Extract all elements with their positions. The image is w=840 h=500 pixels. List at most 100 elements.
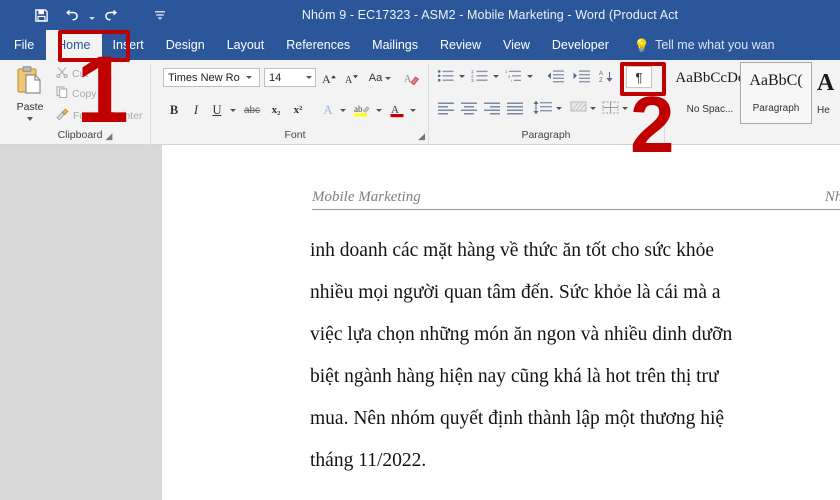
font-name-dropdown-icon[interactable] (243, 76, 256, 79)
font-size-dropdown-icon[interactable] (302, 76, 315, 79)
svg-text:Z: Z (599, 78, 603, 84)
pilcrow-icon: ¶ (635, 69, 643, 85)
tell-me-label: Tell me what you wan (655, 38, 775, 52)
underline-label: U (212, 102, 222, 117)
svg-text:A: A (404, 74, 412, 85)
tab-references[interactable]: References (275, 30, 361, 60)
copy-button[interactable]: Copy (56, 86, 97, 101)
align-left-button[interactable] (436, 98, 456, 118)
text-effects-dropdown-icon[interactable] (338, 100, 348, 120)
title-bar: Nhóm 9 - EC17323 - ASM2 - Mobile Marketi… (0, 0, 840, 30)
align-right-button[interactable] (482, 98, 502, 118)
bold-button[interactable]: B (166, 100, 182, 120)
tab-developer[interactable]: Developer (541, 30, 620, 60)
font-color-button[interactable]: A (388, 100, 406, 120)
multilevel-list-button[interactable]: 1ai (504, 66, 524, 86)
font-size-input[interactable]: 14 (264, 68, 316, 87)
tab-design[interactable]: Design (155, 30, 216, 60)
window-title: Nhóm 9 - EC17323 - ASM2 - Mobile Marketi… (301, 8, 679, 22)
text-highlight-color-button[interactable]: ab (352, 100, 372, 120)
underline-button[interactable]: U (209, 100, 225, 120)
document-line: inh doanh các mặt hàng về thức ăn tốt ch… (310, 240, 714, 261)
style-card-heading[interactable]: A He (814, 62, 840, 124)
bullets-dropdown-icon[interactable] (457, 66, 467, 86)
document-header-left: Mobile Marketing (312, 189, 421, 205)
font-name-value: Times New Ro (168, 71, 240, 84)
paste-label: Paste (16, 101, 44, 113)
shading-button[interactable] (568, 98, 588, 118)
subscript-label: x₂ (271, 104, 281, 116)
document-line: việc lựa chọn những món ăn ngon và nhiều… (310, 324, 733, 345)
style-preview: A (817, 69, 835, 96)
align-center-button[interactable] (459, 98, 479, 118)
highlight-dropdown-icon[interactable] (374, 100, 384, 120)
copy-label: Copy (72, 87, 97, 100)
grow-font-button[interactable]: A (320, 68, 338, 88)
underline-dropdown-icon[interactable] (228, 100, 238, 120)
text-effects-button[interactable]: A (320, 100, 336, 120)
change-case-button[interactable]: Aa (366, 68, 394, 88)
tab-file[interactable]: File (0, 30, 46, 60)
shading-dropdown-icon[interactable] (588, 98, 598, 118)
paintbrush-icon (56, 108, 69, 123)
numbering-dropdown-icon[interactable] (491, 66, 501, 86)
document-line: tháng 11/2022. (310, 450, 427, 471)
svg-text:3: 3 (471, 78, 474, 83)
copy-icon (56, 86, 68, 101)
style-card-paragraph[interactable]: AaBbC( Paragraph (740, 62, 812, 124)
style-card-no-spacing[interactable]: AaBbCcDc No Spac... (672, 62, 748, 124)
format-painter-button[interactable]: Format Painter (56, 108, 142, 123)
font-name-input[interactable]: Times New Ro (163, 68, 260, 87)
shrink-font-button[interactable]: A (342, 68, 360, 88)
paste-button[interactable]: Paste (8, 64, 52, 128)
strikethrough-button[interactable]: abc (242, 100, 262, 120)
document-page[interactable]: Mobile Marketing Nhóm 9 inh doanh các mặ… (162, 145, 840, 500)
numbering-button[interactable]: 123 (470, 66, 490, 86)
bullets-button[interactable] (436, 66, 456, 86)
style-label: He (817, 104, 830, 116)
tab-layout[interactable]: Layout (216, 30, 276, 60)
svg-text:A: A (345, 75, 353, 85)
ribbon-home-panel: Paste Cut Copy Format Painter Times New … (0, 60, 840, 184)
subscript-button[interactable]: x₂ (268, 100, 284, 120)
scissors-icon (56, 66, 68, 81)
cut-button[interactable]: Cut (56, 66, 88, 81)
borders-button[interactable] (600, 98, 620, 118)
tab-view[interactable]: View (492, 30, 541, 60)
superscript-label: x² (293, 104, 303, 116)
italic-button[interactable]: I (188, 100, 204, 120)
tab-review[interactable]: Review (429, 30, 492, 60)
document-body[interactable]: inh doanh các mặt hàng về thức ăn tốt ch… (310, 230, 840, 482)
decrease-indent-button[interactable] (544, 66, 566, 86)
style-preview: AaBbC( (749, 71, 803, 89)
svg-text:A: A (322, 72, 331, 85)
superscript-button[interactable]: x² (290, 100, 306, 120)
tab-insert[interactable]: Insert (102, 30, 155, 60)
document-header-right: Nhóm 9 (824, 189, 840, 205)
document-line: biệt ngành hàng hiện nay cũng khá là hot… (310, 366, 719, 387)
multilevel-dropdown-icon[interactable] (525, 66, 535, 86)
tab-mailings[interactable]: Mailings (361, 30, 429, 60)
svg-text:ab: ab (354, 104, 363, 114)
change-case-label: Aa (368, 72, 383, 84)
cut-label: Cut (72, 67, 89, 80)
line-spacing-dropdown-icon[interactable] (554, 98, 564, 118)
increase-indent-button[interactable] (570, 66, 592, 86)
borders-dropdown-icon[interactable] (620, 98, 630, 118)
lightbulb-icon: 💡 (633, 37, 651, 53)
sort-button[interactable]: AZ (598, 66, 618, 86)
paste-dropdown-icon[interactable] (27, 117, 33, 121)
italic-label: I (193, 102, 199, 117)
strikethrough-label: abc (243, 104, 261, 116)
clear-formatting-icon[interactable]: A (402, 68, 422, 88)
style-label: No Spac... (686, 104, 734, 115)
line-spacing-button[interactable] (532, 98, 554, 118)
document-workspace: Mobile Marketing Nhóm 9 inh doanh các mặ… (0, 145, 840, 500)
tell-me-search[interactable]: 💡 Tell me what you wan (620, 30, 781, 60)
tab-home[interactable]: Home (46, 30, 102, 60)
text-effects-label: A (323, 102, 333, 117)
justify-button[interactable] (505, 98, 525, 118)
svg-text:i: i (511, 78, 512, 83)
show-formatting-marks-button[interactable]: ¶ (626, 66, 652, 88)
font-color-dropdown-icon[interactable] (408, 100, 418, 120)
